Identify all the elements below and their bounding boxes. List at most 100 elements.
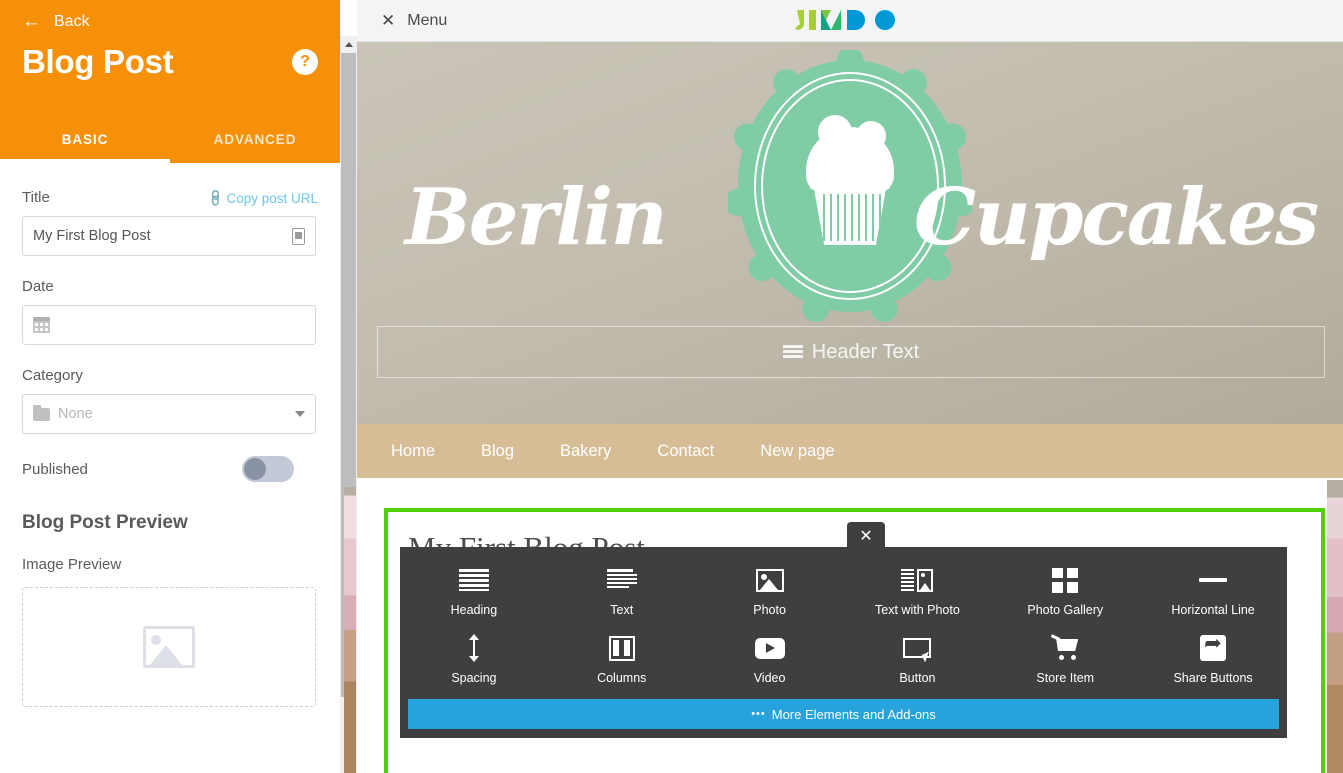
folder-icon	[33, 404, 50, 421]
title-input[interactable]: My First Blog Post	[22, 216, 316, 256]
element-label: Photo Gallery	[1027, 603, 1104, 617]
title-label: Title	[22, 189, 50, 206]
nav-item-contact[interactable]: Contact	[634, 442, 737, 461]
sidebar-header: ← Back Blog Post ? BASIC ADVANCED	[0, 0, 340, 163]
image-preview-label: Image Preview	[22, 556, 122, 573]
element-label: Text	[610, 603, 634, 617]
calendar-icon	[33, 317, 50, 333]
site-preview-pane: ✕ Menu Berlin Cupcakes Header Text Home …	[357, 0, 1343, 773]
jimdo-logo[interactable]	[795, 9, 905, 32]
element-label: Columns	[597, 671, 647, 685]
element-photo-gallery[interactable]: Photo Gallery	[991, 559, 1139, 627]
nav-item-home[interactable]: Home	[379, 442, 458, 461]
device-preview-icon[interactable]	[292, 227, 305, 245]
help-button[interactable]: ?	[292, 49, 318, 75]
element-heading[interactable]: Heading	[400, 559, 548, 627]
category-label: Category	[22, 367, 83, 384]
element-label: Heading	[450, 603, 498, 617]
element-video[interactable]: Video	[696, 627, 844, 695]
text-with-photo-icon	[901, 565, 934, 595]
element-share-buttons[interactable]: Share Buttons	[1139, 627, 1287, 695]
tab-basic[interactable]: BASIC	[0, 122, 170, 163]
menu-button-label: Menu	[407, 11, 448, 29]
image-placeholder-icon	[143, 626, 195, 668]
element-photo[interactable]: Photo	[696, 559, 844, 627]
share-buttons-icon	[1200, 631, 1227, 663]
page-title: Blog Post	[22, 43, 174, 80]
cupcake-photo-left	[344, 487, 356, 773]
chevron-down-icon	[295, 411, 305, 417]
menu-button[interactable]: ✕ Menu	[357, 12, 447, 30]
text-icon	[606, 565, 637, 595]
title-input-value: My First Blog Post	[33, 228, 151, 244]
date-field-group: Date	[22, 278, 318, 345]
copy-post-url-button[interactable]: 🔗 Copy post URL	[204, 187, 318, 209]
store-item-icon	[1051, 633, 1079, 663]
columns-icon	[608, 633, 635, 663]
element-text[interactable]: Text	[548, 559, 696, 627]
element-grid: Heading Text Photo Text with Photo Photo…	[400, 547, 1287, 695]
published-toggle[interactable]	[242, 456, 294, 482]
sidebar-form: Title 🔗 Copy post URL My First Blog Post…	[0, 163, 340, 707]
video-icon	[754, 633, 785, 663]
hero-brand-logo: Berlin Cupcakes	[357, 42, 1343, 330]
spacing-icon	[467, 633, 481, 663]
published-label: Published	[22, 460, 88, 478]
date-label-row: Date	[22, 278, 318, 295]
element-label: Photo	[753, 603, 786, 617]
photo-gallery-icon	[1052, 565, 1079, 595]
copy-post-url-label: Copy post URL	[226, 190, 318, 206]
published-row: Published	[22, 456, 318, 482]
element-store-item[interactable]: Store Item	[991, 627, 1139, 695]
close-x-icon: ✕	[381, 11, 396, 30]
more-elements-button[interactable]: ••• More Elements and Add-ons	[408, 699, 1279, 729]
nav-item-blog[interactable]: Blog	[458, 442, 537, 461]
element-button[interactable]: Button	[843, 627, 991, 695]
button-icon	[903, 633, 932, 663]
link-icon: 🔗	[204, 187, 226, 209]
title-field-group: Title 🔗 Copy post URL My First Blog Post	[22, 187, 318, 256]
editor-topbar: ✕ Menu	[357, 0, 1343, 42]
arrow-left-icon: ←	[22, 11, 41, 32]
element-label: Button	[899, 671, 936, 685]
back-button[interactable]: ← Back	[0, 0, 340, 31]
element-picker-panel: ✕ Heading Text Photo Text with Photo Pho…	[400, 522, 1287, 738]
back-button-label: Back	[54, 12, 90, 30]
jimdo-editor-window: ← Back Blog Post ? BASIC ADVANCED Title …	[0, 0, 1343, 773]
header-text-label: Header Text	[811, 340, 920, 363]
element-label: Text with Photo	[875, 603, 960, 617]
photo-icon	[755, 565, 784, 595]
category-select-value: None	[58, 406, 93, 422]
scroll-up-arrow-icon[interactable]	[340, 36, 357, 53]
brand-name-left: Berlin	[405, 172, 668, 263]
blog-post-preview-heading: Blog Post Preview	[22, 512, 188, 533]
element-label: Horizontal Line	[1171, 603, 1255, 617]
element-label: Store Item	[1036, 671, 1095, 685]
element-columns[interactable]: Columns	[548, 627, 696, 695]
element-horizontal-line[interactable]: Horizontal Line	[1139, 559, 1287, 627]
date-input[interactable]	[22, 305, 316, 345]
text-lines-icon	[782, 344, 803, 360]
tab-advanced[interactable]: ADVANCED	[170, 122, 340, 163]
category-select[interactable]: None	[22, 394, 316, 434]
dots-icon: •••	[751, 708, 766, 720]
cupcake-icon	[798, 115, 902, 245]
heading-icon	[458, 565, 489, 595]
sidebar-tabs: BASIC ADVANCED	[0, 122, 340, 163]
site-content-area: My First Blog Post ✕ Heading Text Pho	[357, 478, 1343, 773]
site-hero-banner: Berlin Cupcakes Header Text	[357, 42, 1343, 424]
element-label: Spacing	[451, 671, 497, 685]
cupcake-photo-right	[1327, 480, 1343, 773]
blog-post-settings-sidebar: ← Back Blog Post ? BASIC ADVANCED Title …	[0, 0, 340, 773]
date-label: Date	[22, 278, 54, 295]
horizontal-line-icon	[1199, 565, 1228, 595]
element-spacing[interactable]: Spacing	[400, 627, 548, 695]
image-preview-dropzone[interactable]	[22, 587, 316, 707]
nav-item-bakery[interactable]: Bakery	[537, 442, 634, 461]
nav-item-new-page[interactable]: New page	[737, 442, 857, 461]
element-text-with-photo[interactable]: Text with Photo	[843, 559, 991, 627]
category-field-group: Category None	[22, 367, 318, 434]
element-label: Share Buttons	[1173, 671, 1253, 685]
header-text-placeholder[interactable]: Header Text	[377, 326, 1325, 378]
close-element-picker-button[interactable]: ✕	[847, 522, 885, 549]
